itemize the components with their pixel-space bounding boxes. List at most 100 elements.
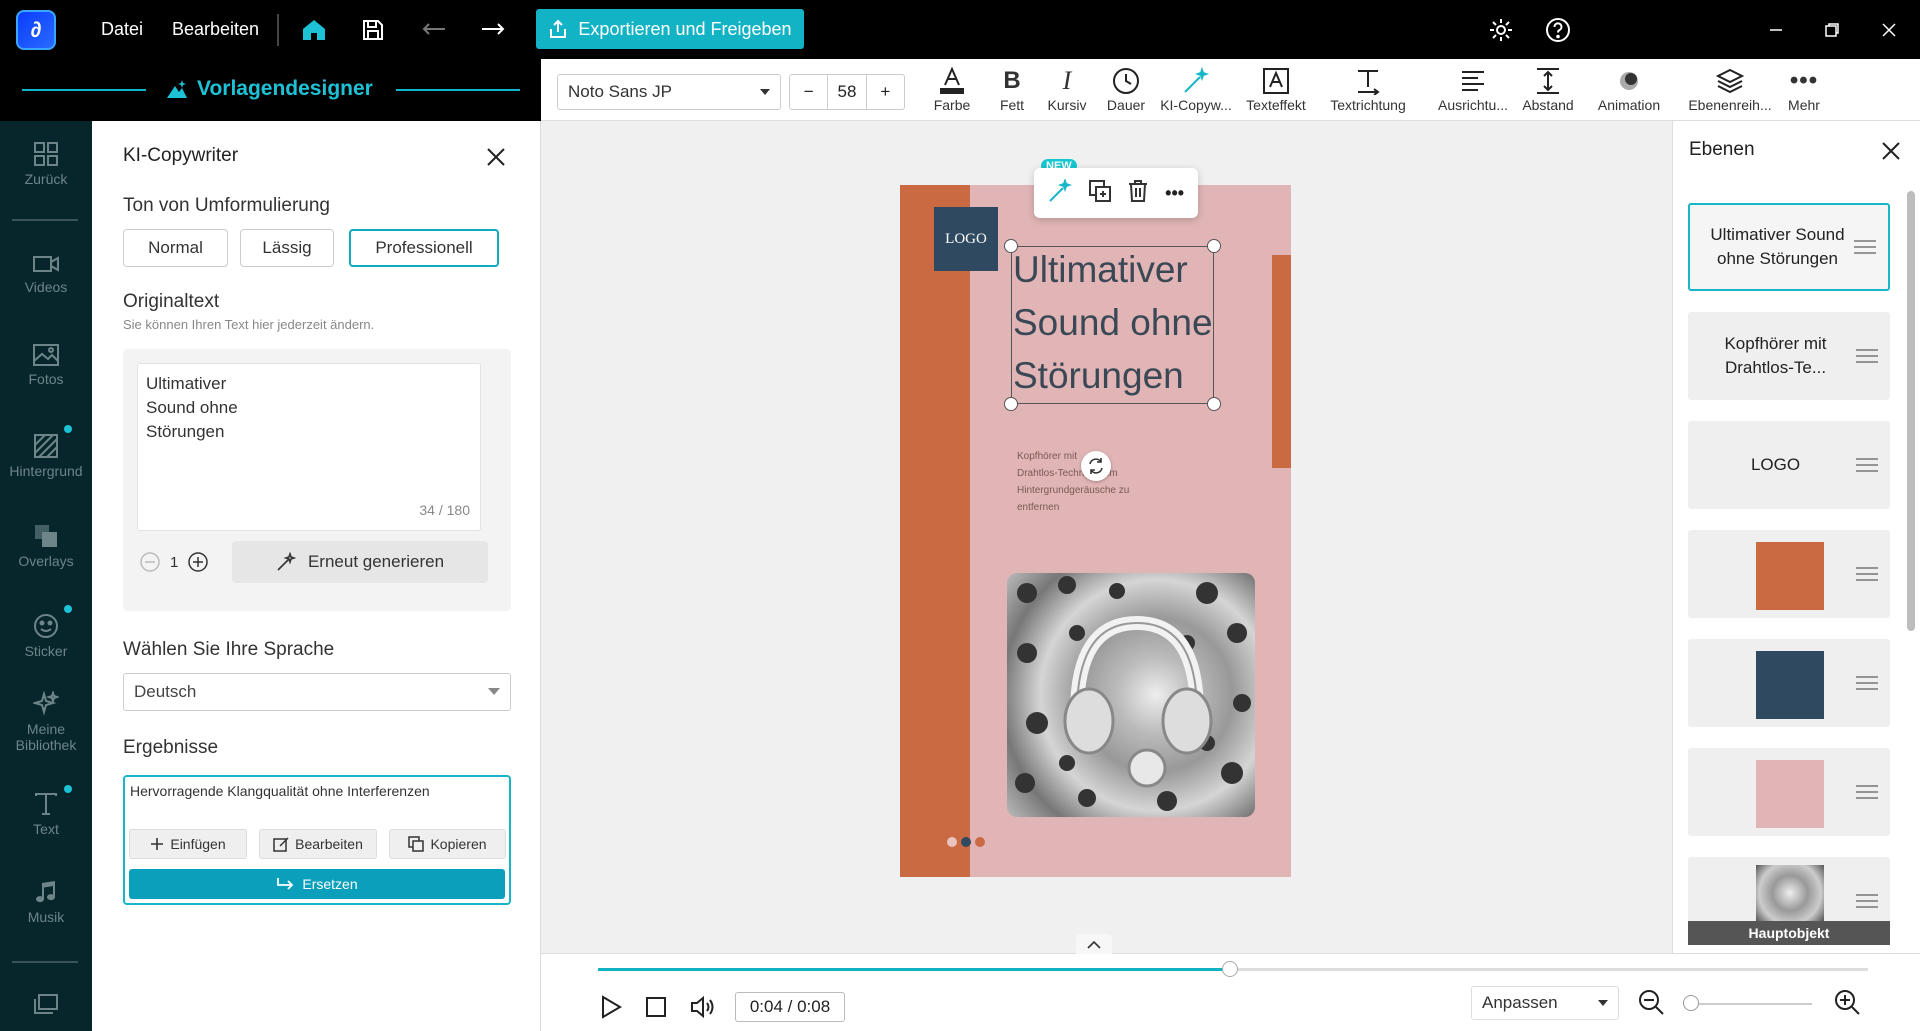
zoom-slider-track[interactable] xyxy=(1692,1003,1812,1005)
regenerate-button[interactable]: Erneut generieren xyxy=(232,541,488,583)
fit-select[interactable]: Anpassen xyxy=(1471,986,1619,1020)
orange-strip-right[interactable] xyxy=(1272,255,1291,468)
language-select[interactable]: Deutsch xyxy=(123,673,511,711)
increment-icon[interactable] xyxy=(187,551,209,578)
ai-wand-icon[interactable] xyxy=(1048,177,1073,208)
tool-layer-order[interactable]: Ebenenreih... xyxy=(1686,65,1774,113)
drag-handle-icon[interactable] xyxy=(1856,784,1878,800)
replace-arrow-icon xyxy=(277,878,294,890)
font-family-select[interactable]: Noto Sans JP xyxy=(557,74,781,110)
original-text-input[interactable]: Ultimativer Sound ohne Störungen 34 / 18… xyxy=(137,363,481,531)
tool-ai-copywriter[interactable]: KI-Copyw... xyxy=(1156,65,1236,113)
rail-background[interactable]: Hintergrund xyxy=(0,433,92,479)
layer-item[interactable]: Ultimativer Sound ohne Störungen xyxy=(1688,203,1890,291)
restore-icon[interactable] xyxy=(1815,14,1849,46)
close-window-icon[interactable] xyxy=(1872,14,1906,46)
drag-handle-icon[interactable] xyxy=(1856,348,1878,364)
drag-handle-icon[interactable] xyxy=(1856,566,1878,582)
rail-library[interactable]: Meine Bibliothek xyxy=(0,691,92,753)
orange-strip-left[interactable] xyxy=(900,185,970,877)
progress-knob[interactable] xyxy=(1222,961,1238,977)
zoom-out-icon[interactable] xyxy=(1637,988,1665,1021)
tool-more[interactable]: ••• Mehr xyxy=(1781,65,1827,113)
volume-icon[interactable] xyxy=(689,994,717,1025)
pager-dot[interactable] xyxy=(975,837,985,847)
tool-duration[interactable]: Dauer xyxy=(1101,65,1151,113)
tool-animation[interactable]: Animation xyxy=(1592,65,1666,113)
redo-icon[interactable] xyxy=(477,14,509,46)
resize-handle[interactable] xyxy=(1207,397,1221,411)
tool-color[interactable]: Farbe xyxy=(924,65,980,113)
layers-scrollbar[interactable] xyxy=(1907,191,1915,631)
headphones-photo[interactable] xyxy=(1007,573,1255,817)
rail-text[interactable]: Text xyxy=(0,791,92,837)
layer-item[interactable] xyxy=(1688,748,1890,836)
save-icon[interactable] xyxy=(357,14,389,46)
stop-icon[interactable] xyxy=(645,996,667,1023)
layer-item[interactable]: Hauptobjekt xyxy=(1688,857,1890,945)
drag-handle-icon[interactable] xyxy=(1856,893,1878,909)
layer-item[interactable] xyxy=(1688,639,1890,727)
resize-handle[interactable] xyxy=(1207,239,1221,253)
rotate-handle[interactable] xyxy=(1081,451,1111,481)
drag-handle-icon[interactable] xyxy=(1854,239,1876,255)
home-icon[interactable] xyxy=(298,14,330,46)
resize-handle[interactable] xyxy=(1004,397,1018,411)
tool-bold[interactable]: B Fett xyxy=(990,65,1034,113)
play-icon[interactable] xyxy=(599,994,623,1025)
layer-item[interactable] xyxy=(1688,530,1890,618)
undo-icon[interactable] xyxy=(418,14,450,46)
layer-item[interactable]: LOGO xyxy=(1688,421,1890,509)
rail-photos[interactable]: Fotos xyxy=(0,343,92,387)
rail-overlays[interactable]: Overlays xyxy=(0,523,92,569)
font-size-decrease[interactable]: − xyxy=(790,82,827,102)
minimize-icon[interactable] xyxy=(1759,14,1793,46)
app-logo-icon[interactable]: ∂ xyxy=(16,10,56,50)
pager-dot[interactable] xyxy=(961,837,971,847)
font-size-stepper[interactable]: − 58 + xyxy=(789,74,905,110)
close-layers-icon[interactable] xyxy=(1879,139,1903,168)
rail-videos[interactable]: Videos xyxy=(0,253,92,295)
drag-handle-icon[interactable] xyxy=(1856,457,1878,473)
more-dots-icon[interactable]: ••• xyxy=(1165,183,1184,204)
tone-normal-button[interactable]: Normal xyxy=(123,229,228,267)
tool-text-effect[interactable]: Texteffekt xyxy=(1241,65,1311,113)
settings-gear-icon[interactable] xyxy=(1484,14,1518,46)
rail-sticker[interactable]: Sticker xyxy=(0,613,92,659)
tool-animation-label: Animation xyxy=(1597,97,1661,113)
logo-placeholder[interactable]: LOGO xyxy=(934,207,998,271)
subtext[interactable]: Kopfhörer mit Drahtlos-Techno... ...m Hi… xyxy=(1017,448,1129,516)
font-size-value[interactable]: 58 xyxy=(827,75,867,109)
drag-handle-icon[interactable] xyxy=(1856,675,1878,691)
expand-timeline-button[interactable] xyxy=(1076,934,1112,954)
tool-text-direction[interactable]: Textrichtung xyxy=(1324,65,1412,113)
zoom-slider-knob[interactable] xyxy=(1683,995,1699,1011)
menu-edit[interactable]: Bearbeiten xyxy=(172,0,259,59)
duplicate-icon[interactable] xyxy=(1088,179,1112,208)
export-share-button[interactable]: Exportieren und Freigeben xyxy=(536,9,804,49)
tool-italic[interactable]: I Kursiv xyxy=(1043,65,1091,113)
zoom-in-icon[interactable] xyxy=(1833,988,1861,1021)
font-size-increase[interactable]: + xyxy=(867,82,904,102)
insert-button[interactable]: Einfügen xyxy=(129,829,247,859)
help-icon[interactable] xyxy=(1541,14,1575,46)
playback-progress[interactable] xyxy=(598,961,1868,977)
layer-item[interactable]: Kopfhörer mit Drahtlos-Te... xyxy=(1688,312,1890,400)
delete-trash-icon[interactable] xyxy=(1127,179,1149,208)
pager-dot[interactable] xyxy=(947,837,957,847)
menu-file[interactable]: Datei xyxy=(101,0,143,59)
decrement-icon[interactable] xyxy=(139,551,161,578)
artboard[interactable]: LOGO Ultimativer Sound ohne Störungen Ko… xyxy=(900,185,1291,877)
edit-button[interactable]: Bearbeiten xyxy=(259,829,377,859)
rail-more[interactable] xyxy=(0,993,92,1021)
rail-back[interactable]: Zurück xyxy=(0,141,92,187)
copy-button[interactable]: Kopieren xyxy=(389,829,506,859)
replace-button[interactable]: Ersetzen xyxy=(129,869,505,899)
close-panel-icon[interactable] xyxy=(482,143,510,171)
rail-music[interactable]: Musik xyxy=(0,879,92,925)
resize-handle[interactable] xyxy=(1004,239,1018,253)
tone-professional-button[interactable]: Professionell xyxy=(349,229,499,267)
tool-align[interactable]: Ausrichtu... xyxy=(1435,65,1511,113)
tool-spacing[interactable]: Abstand xyxy=(1518,65,1578,113)
tone-casual-button[interactable]: Lässig xyxy=(240,229,334,267)
